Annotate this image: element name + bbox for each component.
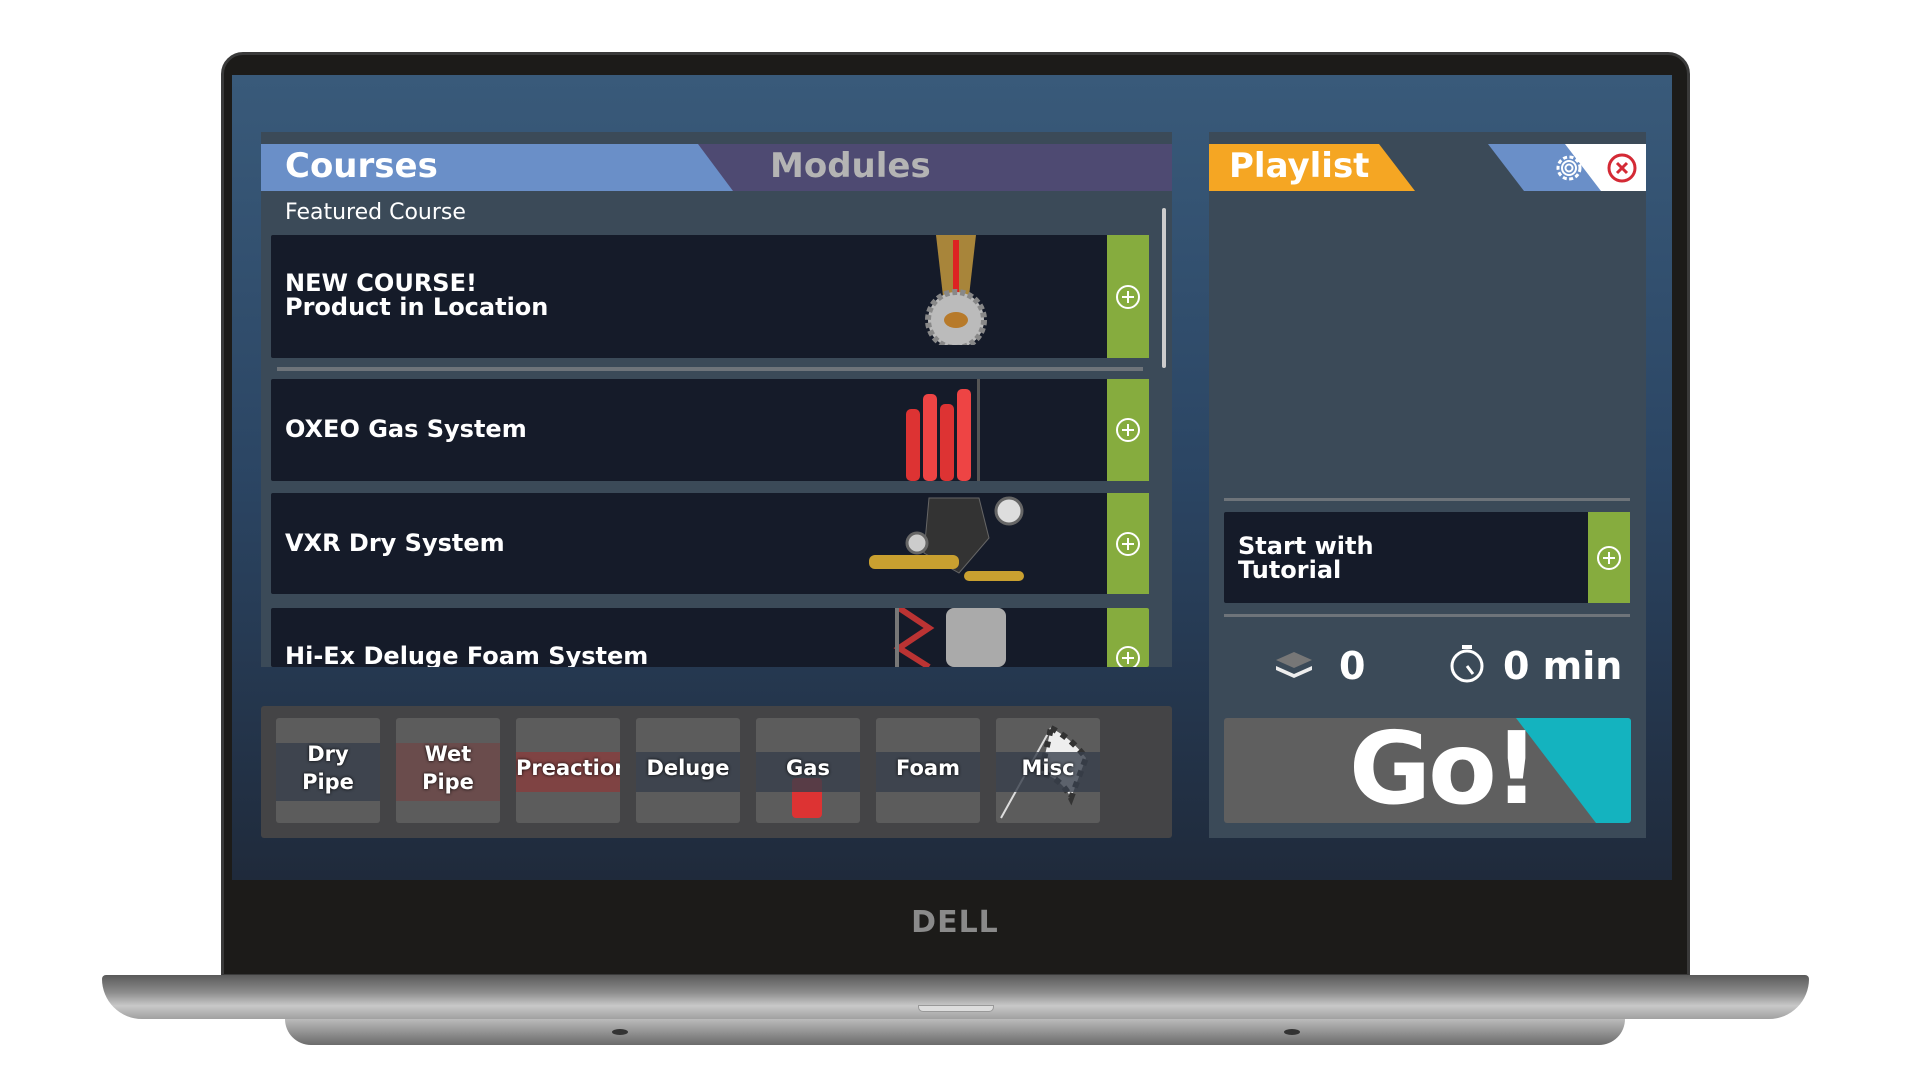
tab-modules[interactable]: Modules	[770, 146, 931, 186]
category-label: Pipe	[302, 770, 354, 794]
go-label: Go!	[1349, 718, 1539, 823]
foot	[1284, 1029, 1300, 1035]
course-row[interactable]: NEW COURSE! Product in Location	[271, 235, 1149, 358]
category-label: Dry	[307, 742, 349, 766]
divider	[1224, 498, 1630, 501]
add-tutorial-button[interactable]	[1588, 512, 1630, 603]
plus-circle-icon	[1597, 545, 1621, 570]
scrollbar[interactable]	[1162, 208, 1166, 368]
course-title: Hi-Ex Deluge Foam System	[285, 642, 649, 667]
plus-circle-icon	[1116, 418, 1140, 442]
foam-system-image	[893, 608, 1006, 667]
course-row[interactable]: VXR Dry System	[271, 493, 1149, 594]
layers-icon	[1276, 652, 1312, 678]
category-gas[interactable]: Gas	[756, 718, 860, 823]
category-preaction[interactable]: Preaction	[516, 718, 620, 823]
category-label: Gas	[786, 756, 830, 780]
lid-notch	[918, 1005, 994, 1012]
playlist-duration: 0 min	[1503, 644, 1623, 688]
category-deluge[interactable]: Deluge	[636, 718, 740, 823]
category-label: Foam	[896, 756, 960, 780]
course-title: VXR Dry System	[285, 529, 505, 557]
tab-bar: Courses Modules	[261, 144, 1172, 191]
add-course-button[interactable]	[1107, 235, 1149, 358]
tutorial-label: Start with Tutorial	[1238, 532, 1374, 584]
courses-panel: Courses Modules Featured Course NEW COUR…	[261, 132, 1172, 667]
course-row[interactable]: OXEO Gas System	[271, 379, 1149, 481]
category-dry-pipe[interactable]: Dry Pipe	[276, 718, 380, 823]
go-button[interactable]: Go!	[1224, 718, 1631, 823]
category-label: Pipe	[422, 770, 474, 794]
category-bar: Dry Pipe Wet Pipe Preaction Deluge Gas Foa…	[261, 706, 1172, 838]
laptop-base	[102, 975, 1809, 1019]
category-label: Deluge	[646, 756, 730, 780]
dell-logo: DELL	[911, 905, 999, 940]
playlist-panel: Playlist Start with Tutorial 0 0 min Go!	[1209, 132, 1646, 838]
stopwatch-icon	[1450, 645, 1484, 683]
divider	[277, 367, 1143, 371]
close-icon	[1607, 153, 1637, 183]
plus-circle-icon	[1116, 646, 1140, 667]
playlist-title: Playlist	[1209, 144, 1415, 191]
add-course-button[interactable]	[1107, 493, 1149, 594]
laptop-base-bottom	[285, 1019, 1625, 1045]
category-misc[interactable]: Misc	[996, 718, 1100, 823]
module-count: 0	[1339, 644, 1366, 688]
category-foam[interactable]: Foam	[876, 718, 980, 823]
foot	[612, 1029, 628, 1035]
category-label: Misc	[1021, 756, 1075, 780]
tab-courses-label[interactable]: Courses	[285, 146, 438, 186]
plus-circle-icon	[1116, 531, 1140, 556]
featured-course-label: Featured Course	[285, 200, 466, 225]
course-title: NEW COURSE! Product in Location	[285, 269, 549, 321]
category-wet-pipe[interactable]: Wet Pipe	[396, 718, 500, 823]
plus-circle-icon	[1116, 284, 1140, 309]
add-course-button[interactable]	[1107, 379, 1149, 481]
dry-valve-image	[869, 496, 1024, 581]
gas-cylinders-image	[906, 379, 980, 481]
add-course-button[interactable]	[1107, 608, 1149, 667]
tutorial-row[interactable]: Start with Tutorial	[1224, 512, 1630, 603]
divider	[1224, 614, 1630, 617]
category-label: Wet	[424, 742, 472, 766]
sprinkler-image	[925, 235, 987, 345]
category-label: Preaction	[516, 756, 620, 780]
course-title: OXEO Gas System	[285, 415, 527, 443]
course-row[interactable]: Hi-Ex Deluge Foam System	[271, 608, 1149, 667]
